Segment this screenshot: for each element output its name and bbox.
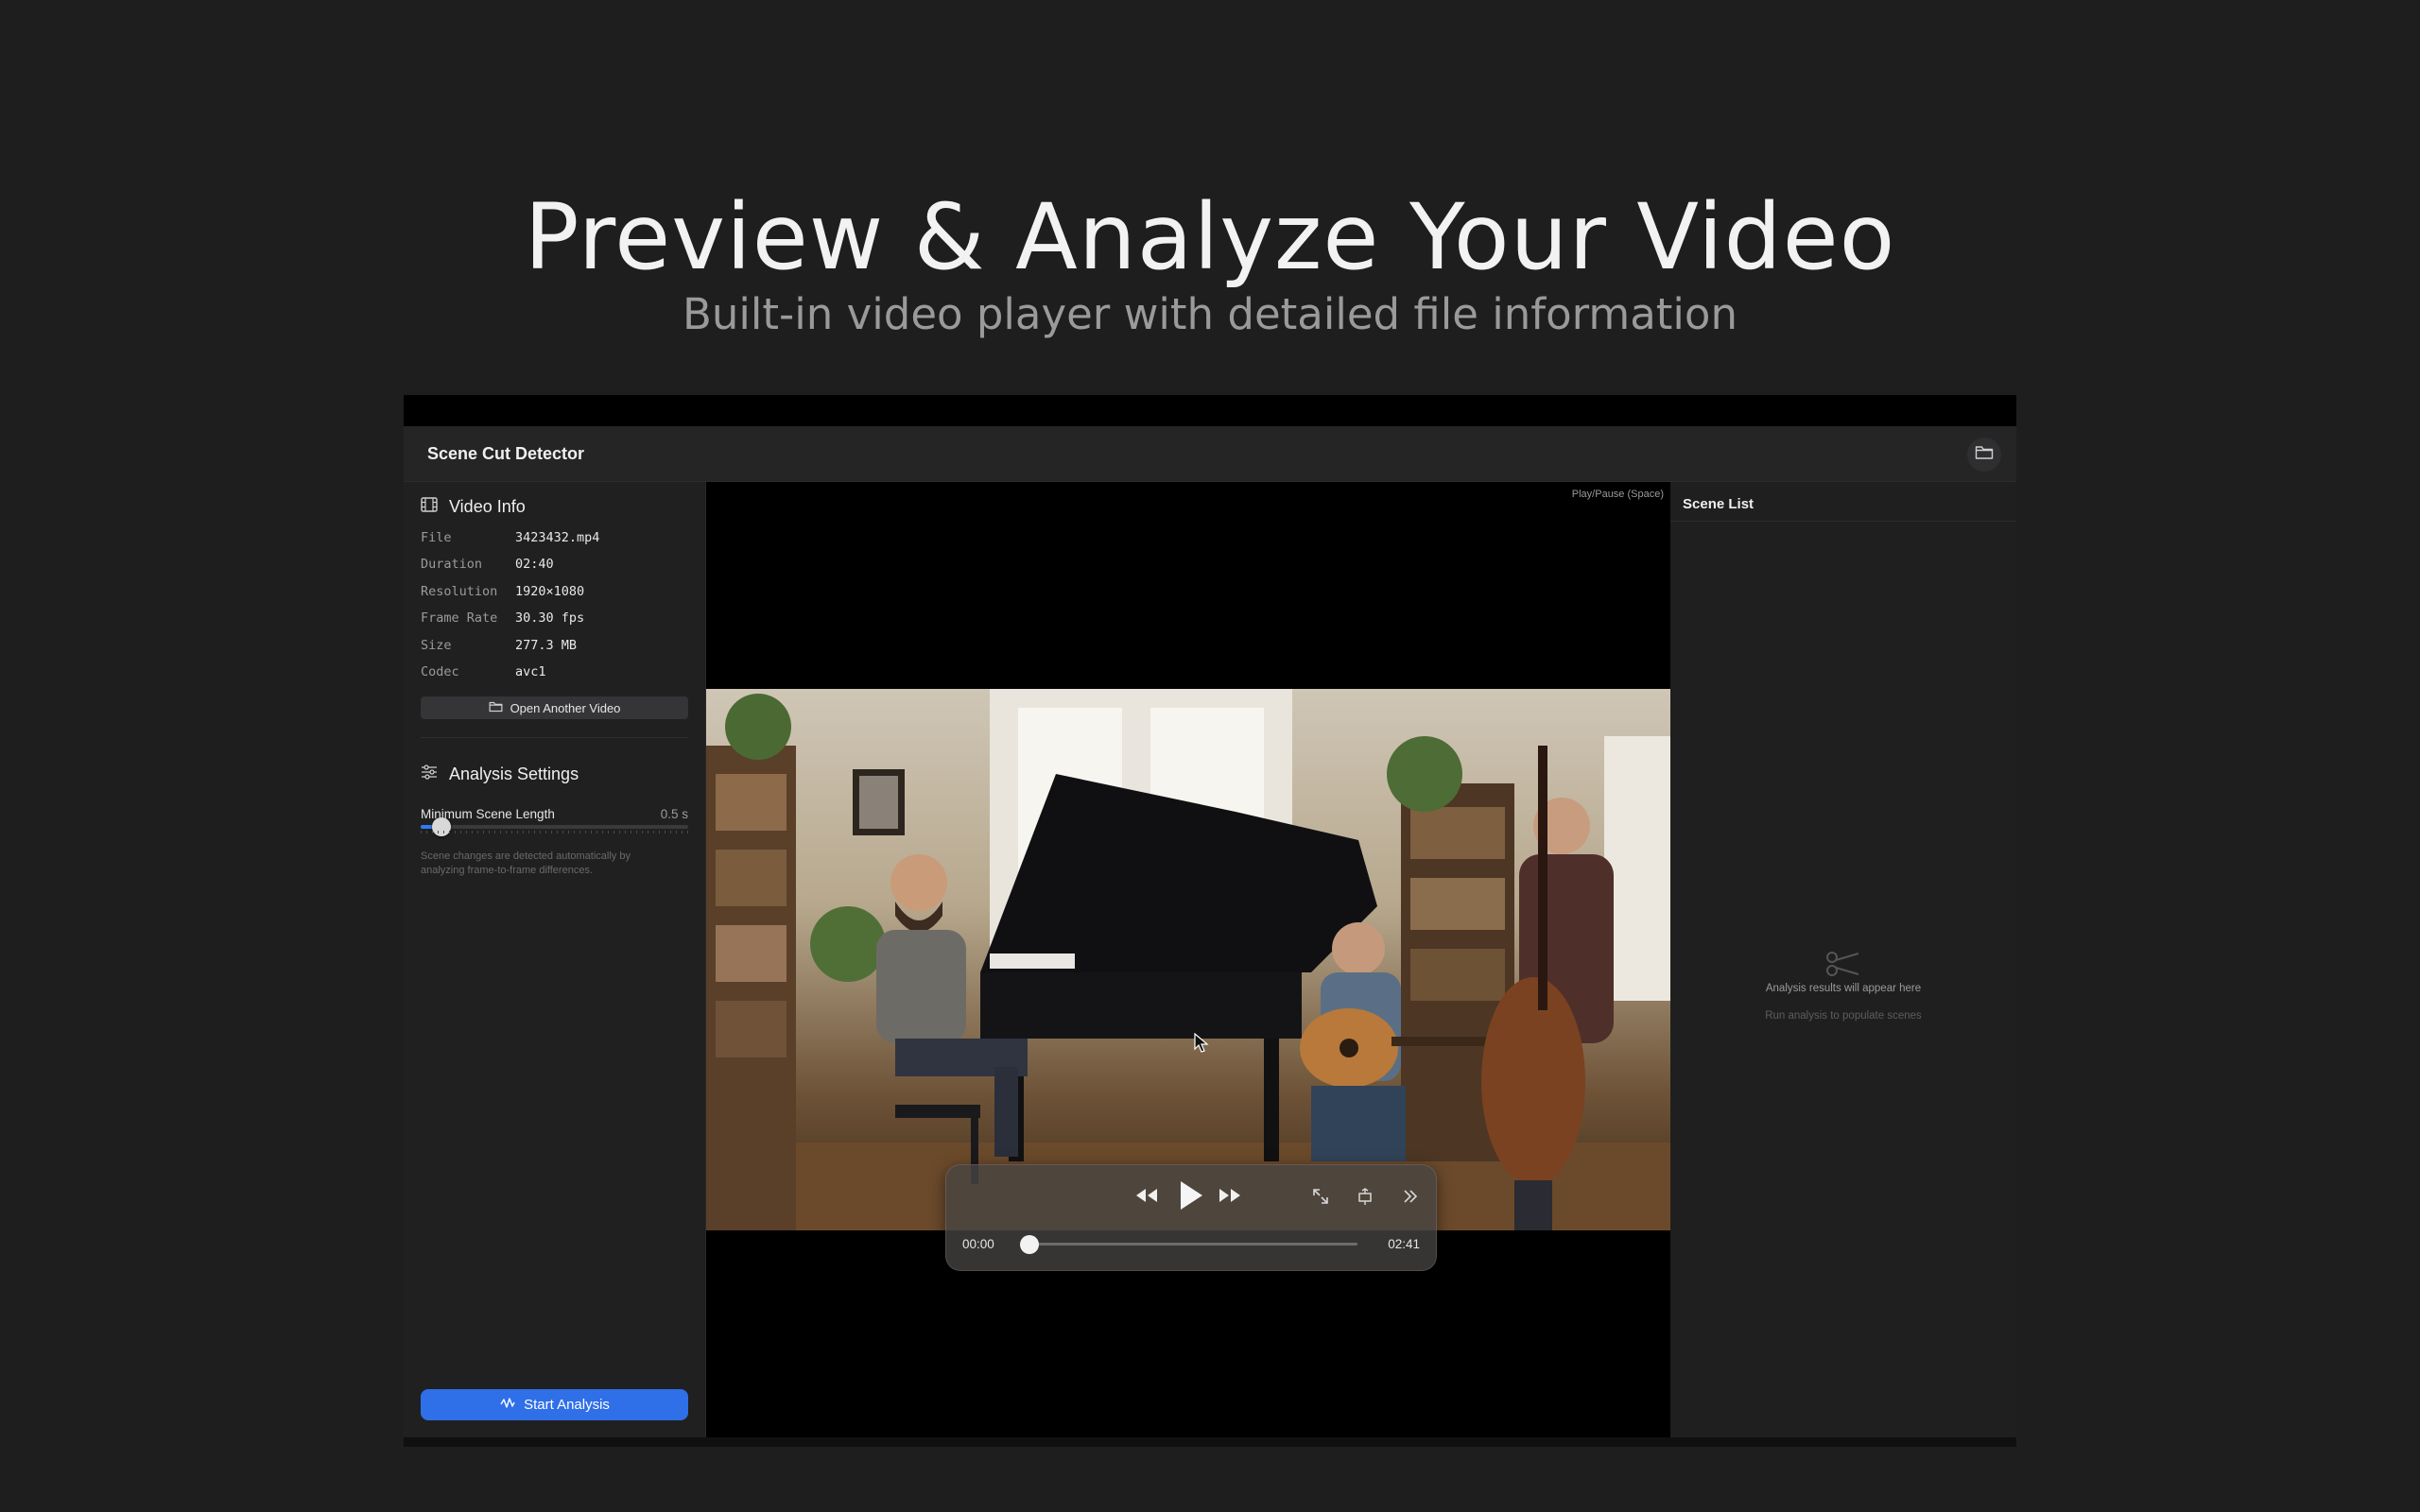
info-key: Frame Rate (421, 610, 498, 626)
info-value: 3423432.mp4 (515, 530, 600, 545)
info-row-duration: Duration 02:40 (421, 557, 695, 577)
video-player[interactable]: Play/Pause (Space) 00:00 02:41 (706, 482, 1670, 1437)
min-scene-length-slider[interactable] (421, 817, 688, 836)
mouse-cursor-icon (1194, 1032, 1209, 1058)
play-pause-hint: Play/Pause (Space) (1571, 489, 1664, 500)
info-row-frame-rate: Frame Rate 30.30 fps (421, 610, 695, 631)
fast-forward-icon (1218, 1187, 1242, 1209)
rewind-button[interactable] (1132, 1184, 1162, 1211)
analysis-help-text: Scene changes are detected automatically… (421, 850, 631, 876)
waveform-icon (499, 1396, 516, 1415)
analysis-settings-heading: Analysis Settings (449, 765, 579, 783)
app-title: Scene Cut Detector (427, 444, 585, 463)
info-key: File (421, 530, 452, 545)
fast-forward-button[interactable] (1215, 1184, 1245, 1211)
slider-ticks (421, 831, 688, 833)
total-time: 02:41 (1388, 1237, 1420, 1251)
info-value: avc1 (515, 664, 546, 679)
info-key: Duration (421, 557, 483, 572)
chevron-double-right-icon (1401, 1187, 1420, 1211)
scissors-icon (1824, 950, 1862, 983)
hero-title: Preview & Analyze Your Video (524, 184, 1896, 290)
picture-in-picture-button[interactable] (1353, 1186, 1377, 1211)
info-key: Size (421, 638, 452, 653)
video-frame[interactable] (706, 689, 1670, 1230)
window-bottom-bar (404, 1437, 2016, 1447)
scene-list-empty-subtitle: Run analysis to populate scenes (1765, 1010, 1922, 1022)
rewind-icon (1134, 1187, 1159, 1209)
info-row-size: Size 277.3 MB (421, 638, 695, 659)
info-value: 277.3 MB (515, 638, 578, 653)
section-divider (421, 737, 688, 738)
scene-list-title: Scene List (1683, 496, 1754, 512)
sidebar: Video Info File 3423432.mp4 Duration 02:… (404, 482, 706, 1437)
info-value: 02:40 (515, 557, 554, 572)
sliders-icon (421, 765, 438, 784)
more-button[interactable] (1398, 1186, 1423, 1211)
slider-knob[interactable] (431, 817, 451, 836)
title-bar: Scene Cut Detector (404, 426, 2016, 482)
current-time: 00:00 (962, 1237, 994, 1251)
open-another-video-button[interactable]: Open Another Video (421, 696, 688, 719)
seek-bar[interactable] (1020, 1235, 1357, 1254)
info-value: 30.30 fps (515, 610, 585, 626)
play-icon (1178, 1179, 1204, 1216)
video-info-heading: Video Info (449, 497, 526, 516)
film-icon (421, 497, 438, 517)
info-key: Codec (421, 664, 459, 679)
info-key: Resolution (421, 584, 498, 599)
open-another-video-label: Open Another Video (510, 700, 621, 715)
expand-icon (1311, 1187, 1330, 1211)
app-window: Scene Cut Detector Video Info File 34234… (404, 395, 2016, 1447)
info-row-codec: Codec avc1 (421, 664, 695, 685)
folder-icon (1975, 445, 1994, 465)
scene-list-empty-title: Analysis results will appear here (1765, 983, 1922, 994)
scene-list-panel: Scene List Analysis results will appear … (1670, 482, 2016, 1437)
play-button[interactable] (1173, 1179, 1209, 1215)
video-frame-image (706, 689, 1670, 1230)
window-top-bar (404, 395, 2016, 426)
playback-controls: 00:00 02:41 (945, 1164, 1437, 1271)
start-analysis-button[interactable]: Start Analysis (421, 1389, 688, 1420)
pip-icon (1356, 1187, 1374, 1211)
info-row-file: File 3423432.mp4 (421, 530, 695, 551)
scene-list-header: Scene List (1670, 482, 2016, 522)
analysis-settings-header: Analysis Settings (421, 765, 579, 784)
hero-subtitle: Built-in video player with detailed file… (683, 289, 1737, 339)
info-row-resolution: Resolution 1920×1080 (421, 584, 695, 605)
info-value: 1920×1080 (515, 584, 585, 599)
folder-icon (489, 701, 503, 715)
fullscreen-button[interactable] (1308, 1186, 1333, 1211)
min-scene-length-value: 0.5 s (660, 807, 688, 821)
open-folder-button[interactable] (1967, 438, 2001, 472)
video-info-header: Video Info (421, 497, 526, 517)
start-analysis-label: Start Analysis (524, 1397, 610, 1413)
seek-knob[interactable] (1020, 1235, 1039, 1254)
